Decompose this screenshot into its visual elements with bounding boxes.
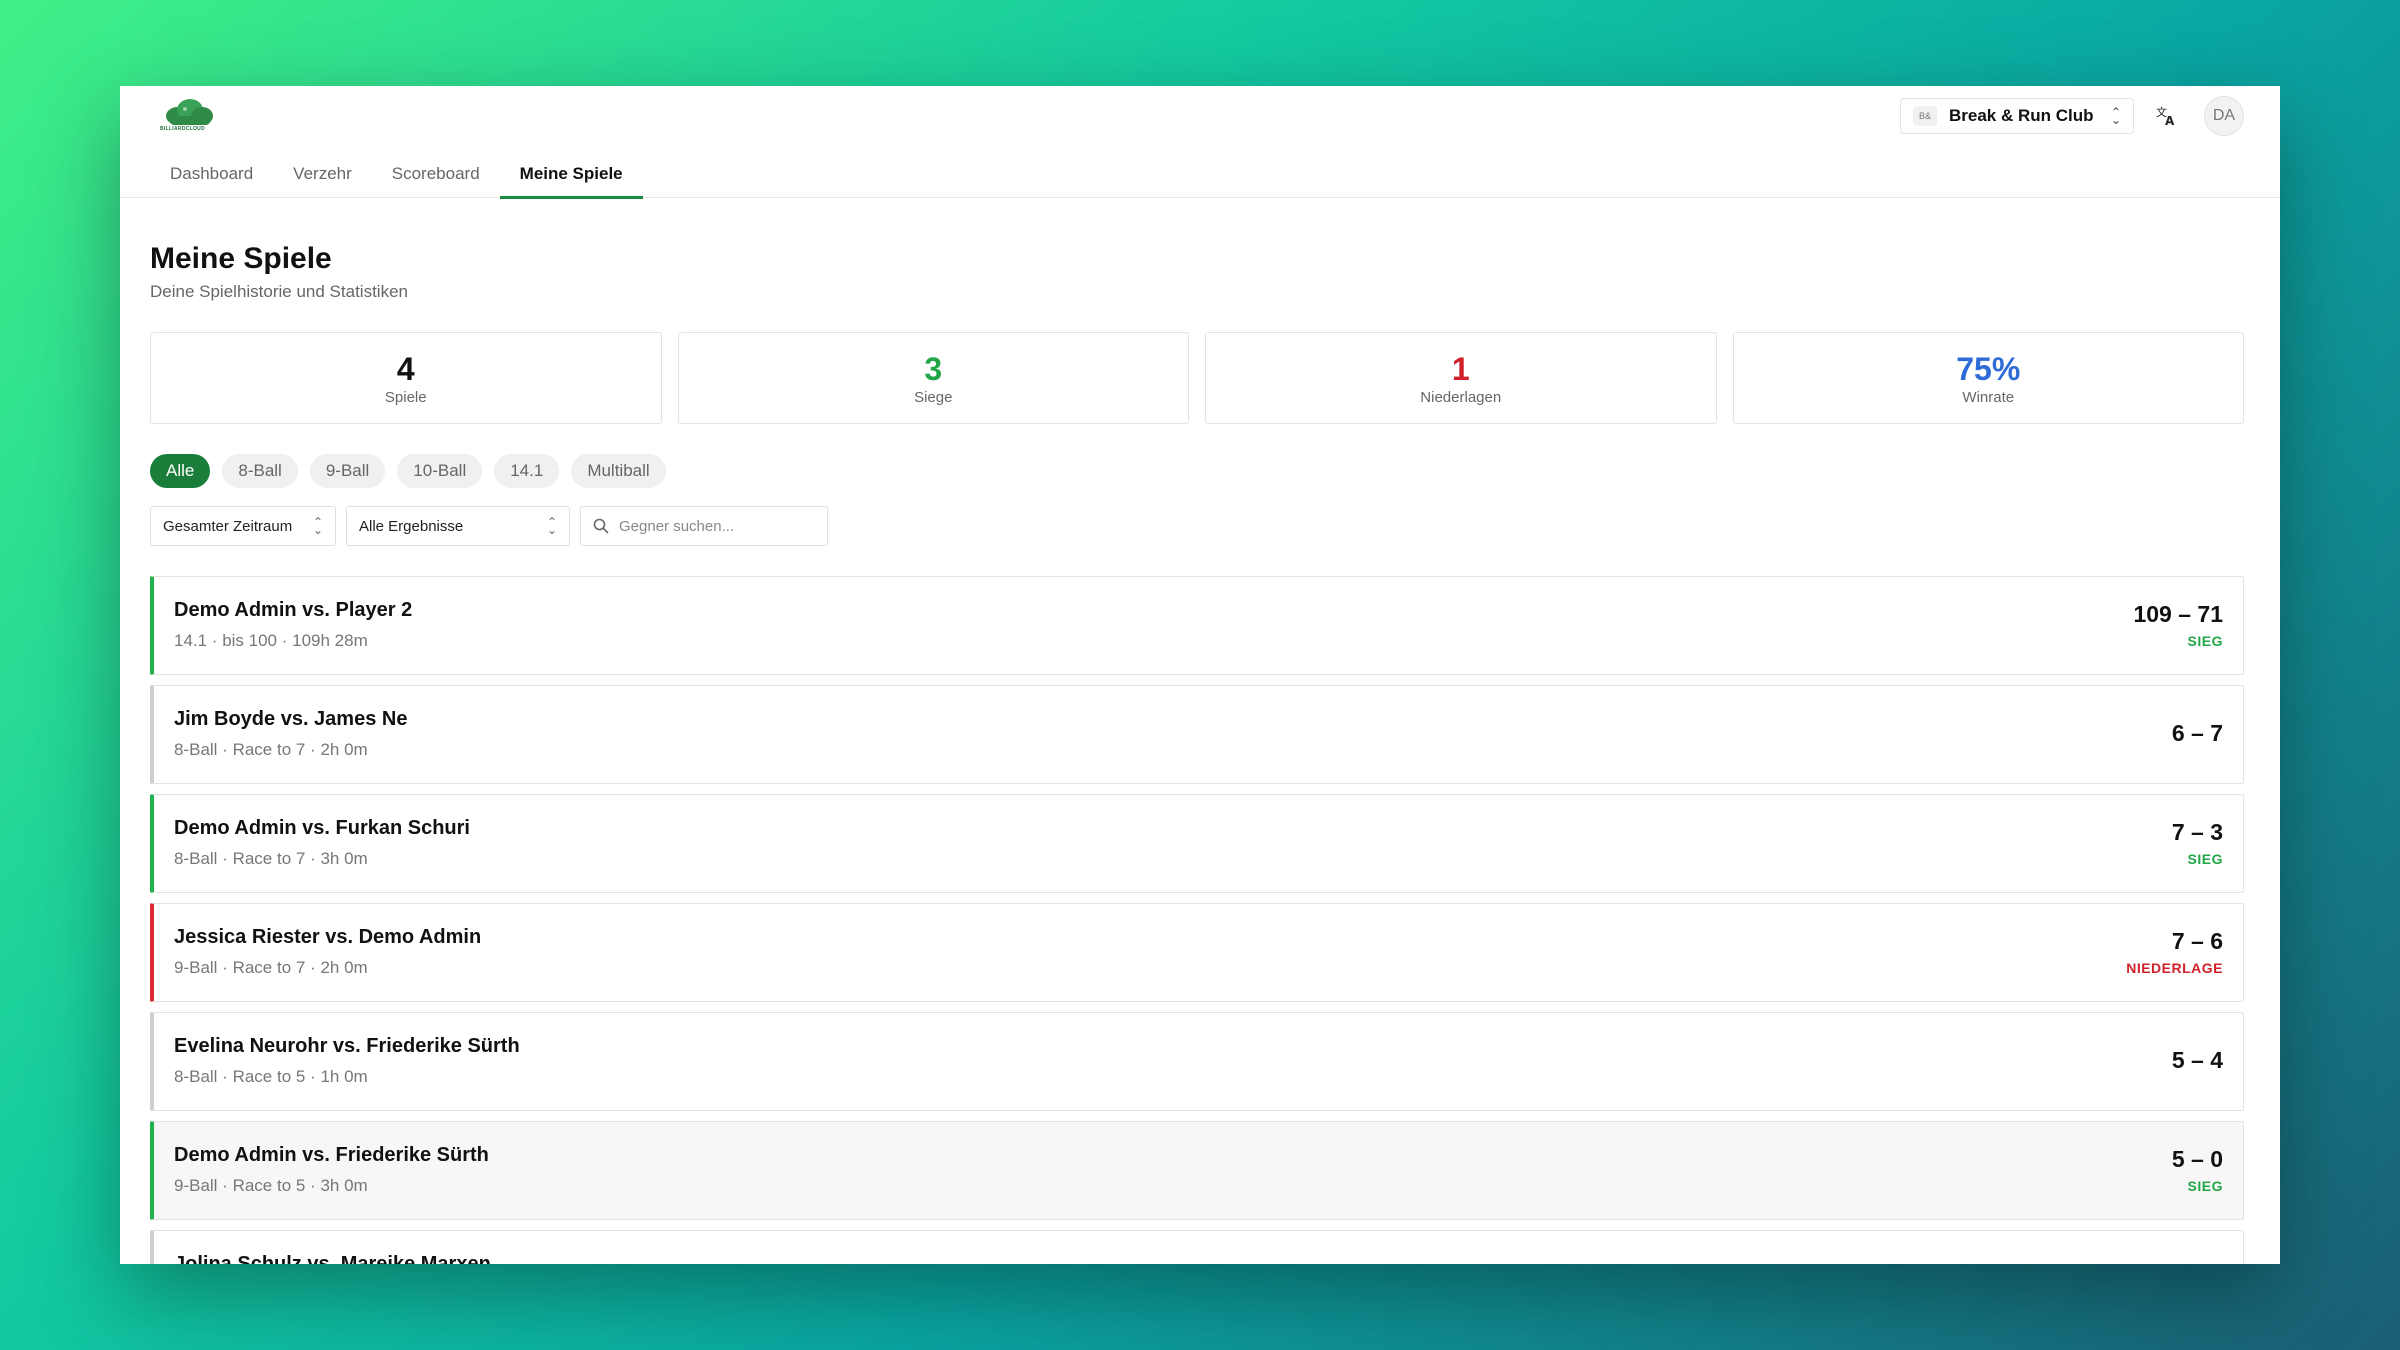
club-badge: B& bbox=[1913, 106, 1937, 126]
game-row[interactable]: Demo Admin vs. Furkan Schuri 8-Ball · Ra… bbox=[150, 794, 2244, 893]
game-score: 109 – 71 bbox=[2133, 601, 2223, 627]
filter-pill-8-ball[interactable]: 8-Ball bbox=[222, 454, 298, 488]
tab-dashboard[interactable]: Dashboard bbox=[150, 150, 273, 198]
game-meta: 9-Ball · Race to 5 · 3h 0m bbox=[174, 1176, 368, 1195]
search-placeholder: Gegner suchen... bbox=[619, 517, 735, 535]
game-meta: 8-Ball · Race to 7 · 3h 0m bbox=[174, 849, 368, 868]
chevron-up-down-icon: ⌃ ⌄ bbox=[546, 515, 557, 537]
stat-card-games: 4 Spiele bbox=[150, 332, 662, 424]
game-score: 5 – 0 bbox=[2171, 1146, 2223, 1172]
game-title: Demo Admin vs. Friederike Sürth bbox=[174, 1144, 489, 1166]
result-select[interactable]: Alle Ergebnisse ⌃ ⌄ bbox=[346, 506, 570, 546]
game-row[interactable]: Demo Admin vs. Player 2 14.1 · bis 100 ·… bbox=[150, 576, 2244, 675]
club-name: Break & Run Club bbox=[1949, 106, 2094, 125]
game-result: SIEG bbox=[2187, 851, 2223, 867]
filter-pill-9-ball[interactable]: 9-Ball bbox=[309, 454, 386, 488]
game-row[interactable]: Jim Boyde vs. James Ne 8-Ball · Race to … bbox=[150, 685, 2244, 784]
filter-pill-14-1[interactable]: 14.1 bbox=[494, 454, 560, 488]
logo-text: BILLIARDCLOUD bbox=[160, 126, 206, 132]
game-title: Jim Boyde vs. James Ne bbox=[174, 708, 408, 730]
top-bar: BILLIARDCLOUD B& Break & Run Club ⌃ ⌄ 文 A… bbox=[120, 86, 2280, 199]
stat-card-losses: 1 Niederlagen bbox=[1205, 332, 1717, 424]
game-title: Demo Admin vs. Furkan Schuri bbox=[174, 817, 470, 839]
club-selector[interactable]: B& Break & Run Club ⌃ ⌄ bbox=[1900, 98, 2134, 134]
game-result: SIEG bbox=[2187, 633, 2223, 649]
filter-pill-alle[interactable]: Alle bbox=[150, 454, 211, 488]
game-score: 7 – 3 bbox=[2171, 819, 2223, 845]
stat-label: Spiele bbox=[384, 388, 427, 406]
stats-row: 4 Spiele 3 Siege 1 Niederlagen 75% Winra… bbox=[150, 332, 2244, 424]
game-result: SIEG bbox=[2187, 1178, 2223, 1194]
user-avatar[interactable]: DA bbox=[2204, 96, 2244, 136]
tab-verzehr[interactable]: Verzehr bbox=[273, 150, 372, 198]
search-icon bbox=[593, 518, 609, 534]
game-meta: 14.1 · bis 100 · 109h 28m bbox=[174, 631, 368, 650]
game-meta: 8-Ball · Race to 7 · 2h 0m bbox=[174, 740, 368, 759]
main-content: Meine Spiele Deine Spielhistorie und Sta… bbox=[150, 198, 2244, 1264]
stat-value: 75% bbox=[1956, 350, 2021, 387]
game-score: 6 – 7 bbox=[2171, 720, 2223, 746]
stat-card-wins: 3 Siege bbox=[677, 332, 1189, 424]
game-row[interactable]: Jolina Schulz vs. Mareike Marxen bbox=[150, 1230, 2244, 1264]
game-title: Evelina Neurohr vs. Friederike Sürth bbox=[174, 1035, 520, 1057]
game-title: Demo Admin vs. Player 2 bbox=[174, 599, 413, 621]
filter-row: Gesamter Zeitraum ⌃ ⌄ Alle Ergebnisse ⌃ ⌄ … bbox=[150, 506, 2244, 546]
svg-text:A: A bbox=[2165, 114, 2175, 127]
filter-pill-10-ball[interactable]: 10-Ball bbox=[397, 454, 483, 488]
logo-cloud-icon[interactable] bbox=[160, 96, 218, 140]
game-row[interactable]: Jessica Riester vs. Demo Admin 9-Ball · … bbox=[150, 903, 2244, 1002]
period-select[interactable]: Gesamter Zeitraum ⌃ ⌄ bbox=[150, 506, 336, 546]
game-meta: 8-Ball · Race to 5 · 1h 0m bbox=[174, 1067, 368, 1086]
game-row[interactable]: Demo Admin vs. Friederike Sürth 9-Ball ·… bbox=[150, 1121, 2244, 1220]
result-select-value: Alle Ergebnisse bbox=[359, 517, 464, 535]
period-select-value: Gesamter Zeitraum bbox=[163, 517, 293, 535]
page-subtitle: Deine Spielhistorie und Statistiken bbox=[150, 282, 408, 301]
game-meta: 9-Ball · Race to 7 · 2h 0m bbox=[174, 958, 368, 977]
game-title: Jolina Schulz vs. Mareike Marxen bbox=[174, 1253, 491, 1264]
game-type-filter: Alle 8-Ball 9-Ball 10-Ball 14.1 Multibal… bbox=[150, 454, 2244, 488]
stat-value: 1 bbox=[1451, 350, 1470, 387]
stat-label: Winrate bbox=[1962, 388, 2015, 406]
page-title: Meine Spiele bbox=[150, 242, 332, 275]
opponent-search-input[interactable]: Gegner suchen... bbox=[580, 506, 828, 546]
stat-card-winrate: 75% Winrate bbox=[1732, 332, 2244, 424]
game-title: Jessica Riester vs. Demo Admin bbox=[174, 926, 482, 948]
stat-label: Niederlagen bbox=[1420, 388, 1502, 406]
chevron-up-down-icon: ⌃ ⌄ bbox=[2110, 105, 2121, 127]
game-score: 5 – 4 bbox=[2171, 1047, 2223, 1073]
stat-label: Siege bbox=[914, 388, 953, 406]
tab-meine-spiele[interactable]: Meine Spiele bbox=[499, 150, 643, 199]
stat-value: 3 bbox=[924, 350, 943, 387]
chevron-up-down-icon: ⌃ ⌄ bbox=[312, 515, 323, 537]
app-window: BILLIARDCLOUD B& Break & Run Club ⌃ ⌄ 文 A… bbox=[120, 86, 2280, 1264]
games-list: Demo Admin vs. Player 2 14.1 · bis 100 ·… bbox=[150, 576, 2244, 1264]
game-score: 7 – 6 bbox=[2171, 928, 2223, 954]
translate-icon[interactable]: 文 A bbox=[2150, 100, 2182, 132]
main-nav: Dashboard Verzehr Scoreboard Meine Spiel… bbox=[150, 150, 643, 199]
tab-scoreboard[interactable]: Scoreboard bbox=[372, 150, 500, 198]
game-result: NIEDERLAGE bbox=[2126, 960, 2223, 976]
game-row[interactable]: Evelina Neurohr vs. Friederike Sürth 8-B… bbox=[150, 1012, 2244, 1111]
stat-value: 4 bbox=[396, 350, 415, 387]
filter-pill-multiball[interactable]: Multiball bbox=[571, 454, 666, 488]
